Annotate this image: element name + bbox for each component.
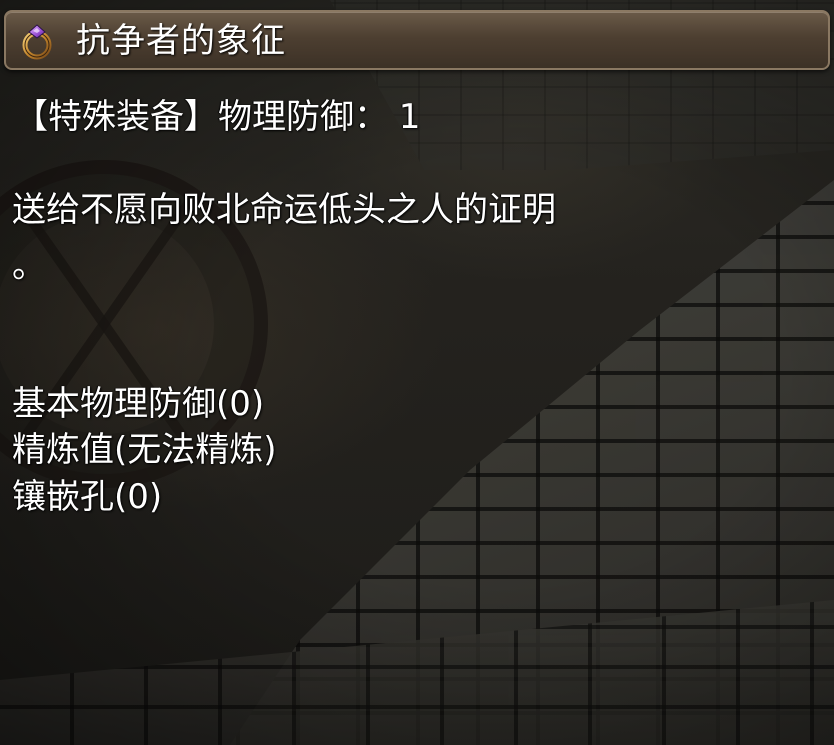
item-name: 抗争者的象征	[76, 21, 286, 61]
item-type-defense: 【特殊装备】物理防御： 1	[14, 97, 421, 137]
stat-base-physical-defense: 基本物理防御(0)	[12, 384, 265, 424]
item-description-line2: 。	[12, 246, 46, 286]
stat-socket-slots: 镶嵌孔(0)	[12, 477, 163, 517]
item-tooltip: 抗争者的象征 【特殊装备】物理防御： 1 送给不愿向败北命运低头之人的证明 。 …	[0, 0, 834, 745]
item-description-line1: 送给不愿向败北命运低头之人的证明	[12, 190, 556, 230]
item-title-bar: 抗争者的象征	[4, 10, 830, 70]
stat-refine-value: 精炼值(无法精炼)	[12, 430, 277, 470]
ring-icon	[18, 22, 56, 60]
